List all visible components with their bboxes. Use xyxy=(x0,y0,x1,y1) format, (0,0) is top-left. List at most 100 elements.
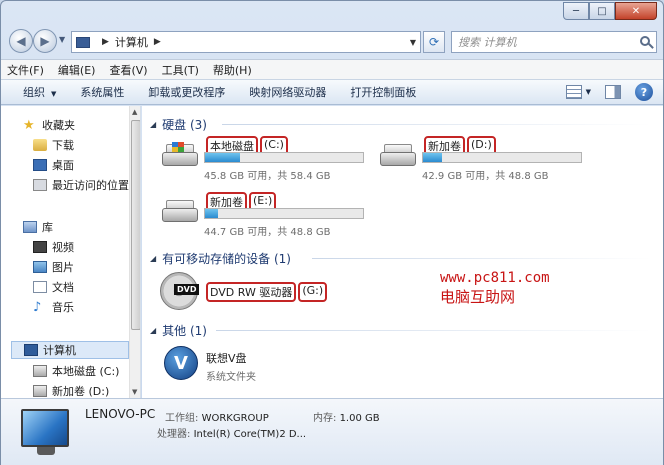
workgroup-value: WORKGROUP xyxy=(201,413,269,424)
back-button[interactable]: ◀ xyxy=(9,29,33,53)
watermark-url: www.pc811.com xyxy=(440,270,550,286)
preview-pane-icon[interactable] xyxy=(605,85,621,99)
hard-drive-icon xyxy=(378,142,418,168)
drive-g-name: DVD RW 驱动器 (G:) xyxy=(204,282,328,302)
nav-drive-d-label: 新加卷 (D:) xyxy=(52,385,110,398)
nav-computer[interactable]: 计算机 xyxy=(11,341,129,359)
menu-tools[interactable]: 工具(T) xyxy=(162,62,199,78)
breadcrumb-chevron-icon[interactable]: ▶ xyxy=(154,37,161,47)
collapse-triangle-icon[interactable]: ◢ xyxy=(150,326,156,335)
drive-c-usage-fill xyxy=(205,153,240,162)
windows-logo-icon xyxy=(172,142,184,152)
memory-value: 1.00 GB xyxy=(339,413,380,424)
group-header-removable[interactable]: ◢ 有可移动存储的设备 (1) xyxy=(150,250,291,267)
recent-pages-dropdown[interactable]: ▼ xyxy=(59,35,65,44)
drive-e-usage-bar xyxy=(204,208,364,219)
lenovo-vdisk-label[interactable]: 联想V盘 xyxy=(206,350,247,366)
system-properties-button[interactable]: 系统属性 xyxy=(80,84,124,100)
collapse-triangle-icon[interactable]: ◢ xyxy=(150,120,156,129)
nav-pictures-label: 图片 xyxy=(52,261,74,274)
scroll-up-icon[interactable]: ▲ xyxy=(132,108,137,116)
nav-computer-label: 计算机 xyxy=(43,344,76,357)
drive-d-usage-fill xyxy=(423,153,442,162)
organize-button[interactable]: 组织 ▼ xyxy=(23,84,56,100)
nav-drive-c[interactable]: 本地磁盘 (C:) xyxy=(33,362,119,380)
computer-monitor-icon xyxy=(21,409,69,447)
video-icon xyxy=(33,241,47,253)
downloads-folder-icon xyxy=(33,139,47,151)
map-network-drive-button[interactable]: 映射网络驱动器 xyxy=(249,84,326,100)
library-icon xyxy=(23,221,37,233)
nav-libraries-label: 库 xyxy=(42,221,53,234)
drive-e[interactable]: 新加卷 (E:) 44.7 GB 可用，共 48.8 GB xyxy=(160,192,380,242)
change-view-icon[interactable] xyxy=(565,85,582,99)
menu-bar: 文件(F) 编辑(E) 查看(V) 工具(T) 帮助(H) xyxy=(1,59,663,79)
nav-libraries[interactable]: 库 xyxy=(23,218,53,236)
menu-file[interactable]: 文件(F) xyxy=(7,62,44,78)
search-icon[interactable] xyxy=(640,36,650,46)
processor-info: 处理器: Intel(R) Core(TM)2 D... xyxy=(157,425,306,440)
group-removable-label: 有可移动存储的设备 (1) xyxy=(162,252,291,266)
explorer-window: ─ □ ✕ ◀ ▶ ▼ ▶ 计算机 ▶ ▼ ⟳ 搜索 计算机 文件(F) 编辑(… xyxy=(0,0,664,465)
group-header-other[interactable]: ◢ 其他 (1) xyxy=(150,322,207,339)
watermark-site-name: 电脑互助网 xyxy=(440,288,516,306)
maximize-button[interactable]: □ xyxy=(589,2,615,20)
menu-view[interactable]: 查看(V) xyxy=(109,62,147,78)
processor-value: Intel(R) Core(TM)2 D... xyxy=(193,429,307,440)
drive-e-usage-fill xyxy=(205,209,218,218)
content-pane: ◢ 硬盘 (3) 本地磁盘 (C:) 45.8 GB 可用，共 58.4 GB 新加… xyxy=(142,106,663,398)
lenovo-vdisk-icon[interactable]: V xyxy=(164,346,198,380)
group-header-hard-disks[interactable]: ◢ 硬盘 (3) xyxy=(150,116,207,133)
group-other-label: 其他 (1) xyxy=(162,324,207,338)
help-icon[interactable]: ? xyxy=(635,83,653,101)
minimize-button[interactable]: ─ xyxy=(563,2,589,20)
view-options-dropdown[interactable]: ▼ xyxy=(586,88,591,96)
address-dropdown-icon[interactable]: ▼ xyxy=(410,38,416,47)
menu-help[interactable]: 帮助(H) xyxy=(213,62,252,78)
group-divider xyxy=(222,124,652,125)
collapse-triangle-icon[interactable]: ◢ xyxy=(150,254,156,263)
group-divider xyxy=(312,258,652,259)
nav-desktop[interactable]: 桌面 xyxy=(33,156,74,174)
group-divider xyxy=(216,330,652,331)
navigation-pane: ★ 收藏夹 下载 桌面 最近访问的位置 库 视频 图片 文档 ♪ 音乐 计算机 本地… xyxy=(1,106,141,398)
drive-c[interactable]: 本地磁盘 (C:) 45.8 GB 可用，共 58.4 GB xyxy=(160,136,380,186)
nav-recent-places[interactable]: 最近访问的位置 xyxy=(33,176,129,194)
menu-edit[interactable]: 编辑(E) xyxy=(58,62,96,78)
open-control-panel-button[interactable]: 打开控制面板 xyxy=(350,84,416,100)
search-input[interactable]: 搜索 计算机 xyxy=(451,31,657,53)
scrollbar-thumb[interactable] xyxy=(131,120,140,330)
music-note-icon: ♪ xyxy=(33,299,42,315)
drive-g[interactable]: DVD DVD RW 驱动器 (G:) xyxy=(160,272,360,312)
nav-videos[interactable]: 视频 xyxy=(33,238,74,256)
nav-music[interactable]: ♪ 音乐 xyxy=(33,298,74,316)
dvd-badge: DVD xyxy=(174,284,200,295)
scroll-down-icon[interactable]: ▼ xyxy=(132,388,137,396)
nav-favorites[interactable]: ★ 收藏夹 xyxy=(23,116,75,134)
forward-button[interactable]: ▶ xyxy=(33,29,57,53)
nav-scrollbar[interactable]: ▲ ▼ xyxy=(129,106,140,398)
breadcrumb-chevron-icon[interactable]: ▶ xyxy=(102,37,109,47)
nav-documents[interactable]: 文档 xyxy=(33,278,74,296)
nav-pictures[interactable]: 图片 xyxy=(33,258,74,276)
uninstall-program-button[interactable]: 卸载或更改程序 xyxy=(148,84,225,100)
nav-drive-d[interactable]: 新加卷 (D:) xyxy=(33,382,109,398)
view-controls: ▼ ? xyxy=(565,83,653,101)
drive-d[interactable]: 新加卷 (D:) 42.9 GB 可用，共 48.8 GB xyxy=(378,136,598,186)
address-bar[interactable]: ▶ 计算机 ▶ ▼ xyxy=(71,31,421,53)
document-icon xyxy=(33,281,47,293)
refresh-button[interactable]: ⟳ xyxy=(423,31,445,53)
drive-c-size: 45.8 GB 可用，共 58.4 GB xyxy=(204,171,331,182)
memory-info: 内存: 1.00 GB xyxy=(313,409,380,424)
workgroup-info: 工作组: WORKGROUP xyxy=(165,409,269,424)
nav-favorites-label: 收藏夹 xyxy=(42,119,75,132)
breadcrumb-computer[interactable]: 计算机 xyxy=(115,34,148,50)
star-icon: ★ xyxy=(23,117,35,133)
close-button[interactable]: ✕ xyxy=(615,2,657,20)
recent-places-icon xyxy=(33,179,47,191)
caption-buttons: ─ □ ✕ xyxy=(563,2,657,20)
computer-icon xyxy=(24,344,38,356)
nav-downloads[interactable]: 下载 xyxy=(33,136,74,154)
workgroup-label: 工作组: xyxy=(165,413,199,424)
nav-desktop-label: 桌面 xyxy=(52,159,74,172)
